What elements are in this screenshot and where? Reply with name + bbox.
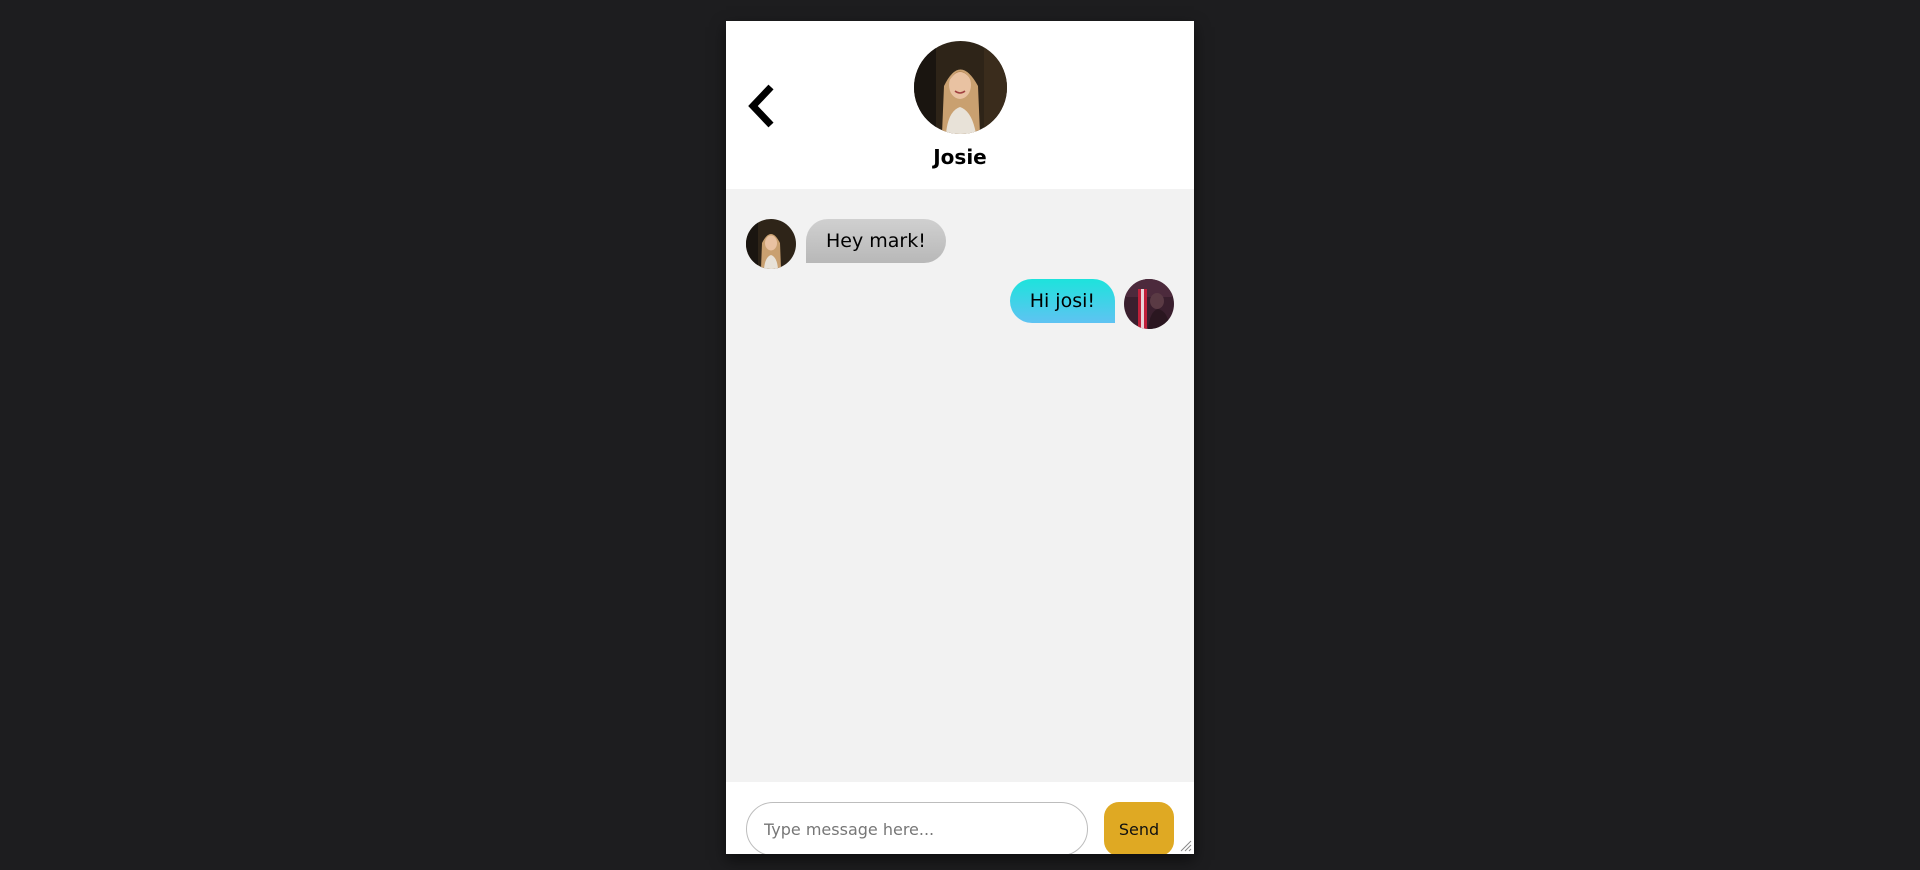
contact-name: Josie [933, 145, 987, 169]
user-message-avatar [1124, 279, 1174, 329]
chat-window: Josie Hey mark! Hi josi! Type message he… [726, 21, 1194, 854]
message-composer: Send [726, 782, 1194, 854]
incoming-message-bubble: Hey mark! [806, 219, 946, 263]
resize-grip-icon[interactable] [1178, 838, 1192, 852]
chat-header: Josie [726, 21, 1194, 189]
send-button[interactable]: Send [1104, 802, 1174, 854]
outgoing-message-bubble: Hi josi! [1009, 279, 1115, 323]
message-input[interactable] [746, 802, 1088, 854]
user-photo-small [1124, 279, 1174, 329]
message-list[interactable]: Hey mark! Hi josi! [726, 189, 1194, 782]
contact-message-avatar [746, 219, 796, 269]
back-button[interactable] [744, 81, 784, 131]
contact-photo [914, 41, 1007, 134]
contact-avatar[interactable] [914, 41, 1007, 134]
chevron-left-icon [748, 84, 774, 128]
contact-photo-small [746, 219, 796, 269]
